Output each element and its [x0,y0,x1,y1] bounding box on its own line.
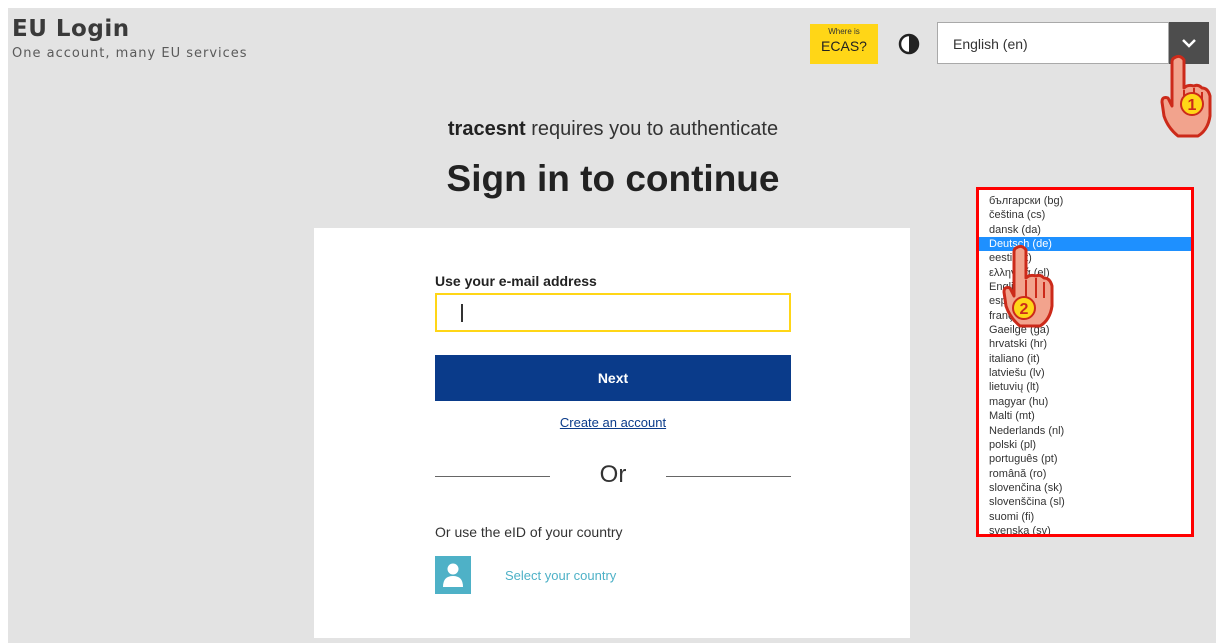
service-name: tracesnt [447,118,526,140]
auth-requirement-text: tracesnt requires you to authenticate [0,118,1216,141]
language-option[interactable]: Malti (mt) [979,409,1191,423]
language-option[interactable]: português (pt) [979,452,1191,466]
pointing-hand-icon-step-1: 1 [1158,54,1214,147]
divider-right [666,476,791,477]
eid-label: Or use the eID of your country [435,524,623,540]
language-option[interactable]: polski (pl) [979,438,1191,452]
language-dropdown-list: български (bg) čeština (cs) dansk (da) D… [976,187,1194,537]
language-option[interactable]: hrvatski (hr) [979,337,1191,351]
pointing-hand-icon-step-2: 2 [1000,244,1056,337]
create-account-link[interactable]: Create an account [435,415,791,430]
language-option[interactable]: български (bg) [979,194,1191,208]
ecas-small-label: Where is [828,27,860,36]
contrast-toggle-icon[interactable] [898,33,920,55]
language-option[interactable]: dansk (da) [979,223,1191,237]
language-option[interactable]: Nederlands (nl) [979,424,1191,438]
where-is-ecas-button[interactable]: Where is ECAS? [810,24,878,64]
next-button[interactable]: Next [435,355,791,401]
language-option[interactable]: italiano (it) [979,352,1191,366]
requires-suffix: requires you to authenticate [525,118,779,140]
language-select-value: English (en) [953,36,1028,52]
language-option[interactable]: lietuvių (lt) [979,380,1191,394]
user-icon[interactable] [435,556,471,594]
email-label: Use your e-mail address [435,273,597,289]
language-option[interactable]: română (ro) [979,467,1191,481]
language-option[interactable]: svenska (sv) [979,524,1191,534]
language-option[interactable]: latviešu (lv) [979,366,1191,380]
login-card: Use your e-mail address Next Create an a… [314,228,910,638]
select-country-link[interactable]: Select your country [505,568,616,583]
ecas-big-label: ECAS? [821,38,867,54]
brand-title: EU Login [12,16,130,42]
language-select[interactable]: English (en) [937,22,1169,64]
language-option[interactable]: čeština (cs) [979,208,1191,222]
or-label: Or [599,461,627,488]
language-option[interactable]: slovenščina (sl) [979,495,1191,509]
brand-block: EU Login One account, many EU services [12,16,248,61]
step-2-number: 2 [1020,301,1029,318]
language-option[interactable]: magyar (hu) [979,395,1191,409]
brand-tagline: One account, many EU services [12,46,248,61]
language-option[interactable]: slovenčina (sk) [979,481,1191,495]
step-1-number: 1 [1188,97,1197,114]
email-input[interactable] [435,293,791,332]
chevron-down-icon [1182,39,1196,48]
text-cursor [461,304,463,322]
language-option[interactable]: suomi (fi) [979,510,1191,524]
